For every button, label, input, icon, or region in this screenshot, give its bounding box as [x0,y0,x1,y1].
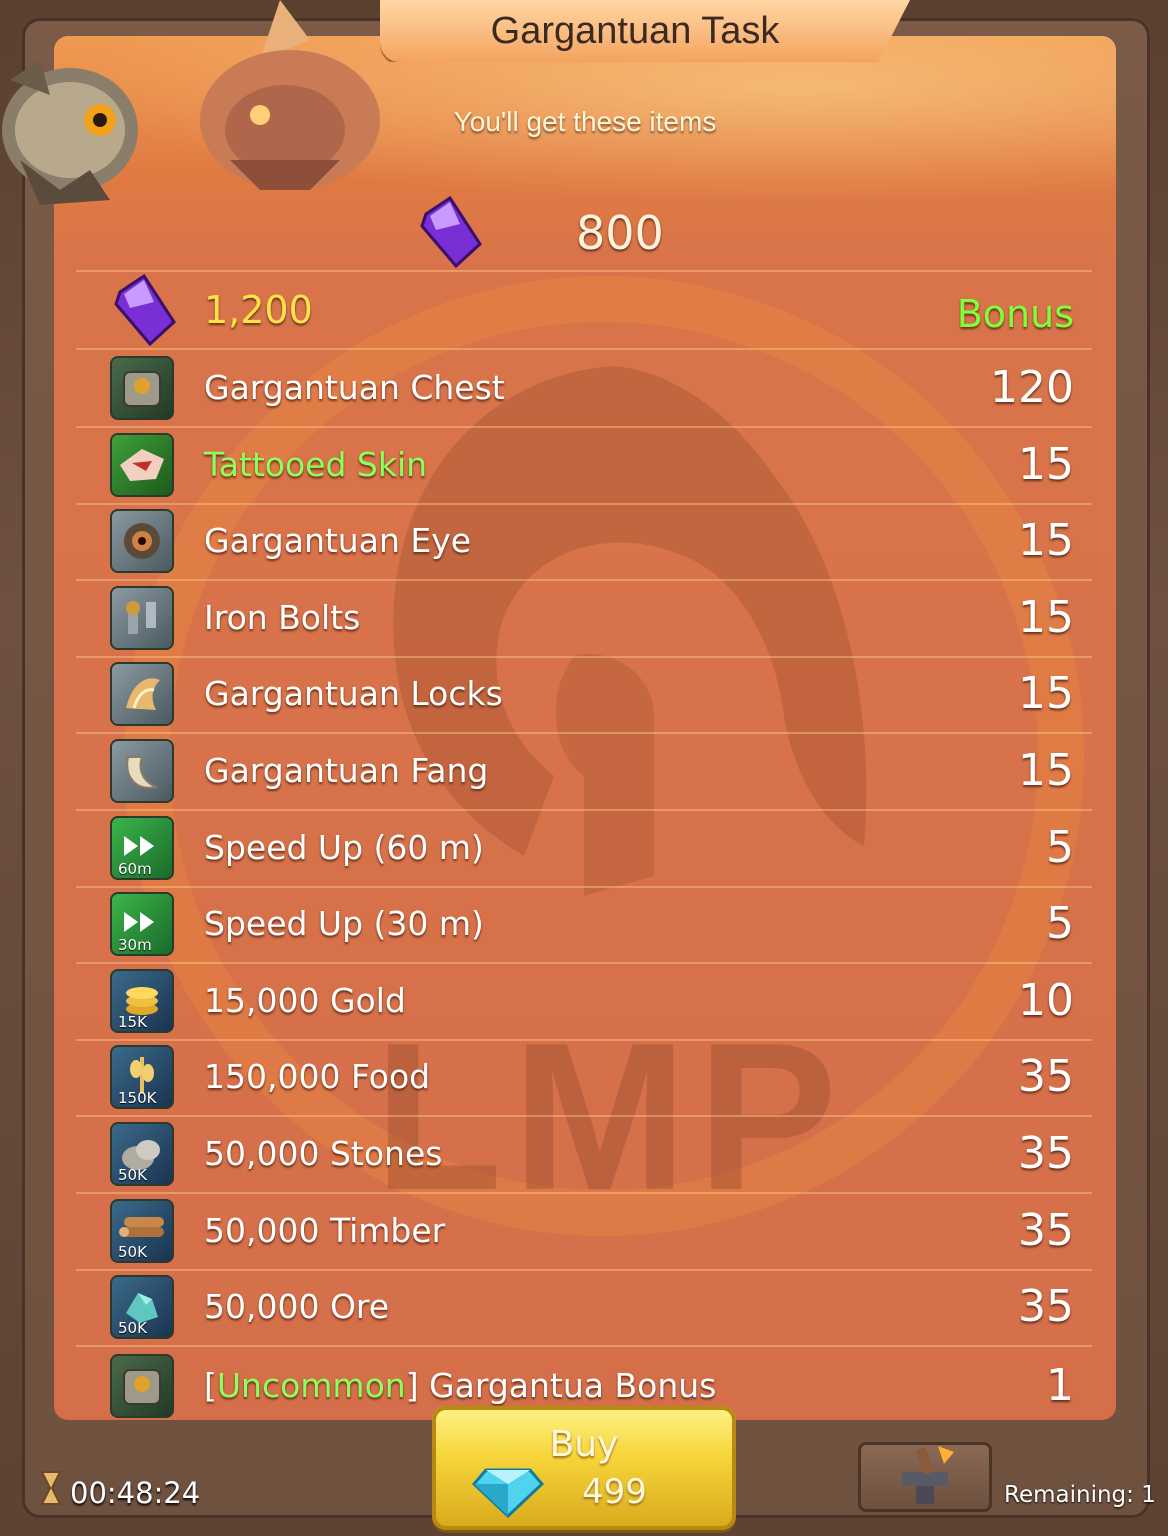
ore-icon: 50K [110,1275,174,1340]
item-label: 50,000 Stones [204,1134,443,1173]
icon-tag: 60m [118,859,152,878]
bracket-open: [ [204,1366,217,1405]
item-label: Gargantuan Eye [204,521,472,561]
item-row: 150K 150,000 Food 35 [76,1039,1092,1118]
item-label: Iron Bolts [204,597,361,637]
monster-head-icon [2,60,138,205]
item-qty: 15 [1018,438,1074,490]
buy-button[interactable]: Buy 499 [432,1406,736,1530]
item-label: 50,000 Timber [204,1210,446,1250]
forge-button[interactable] [858,1442,992,1512]
item-label: Tattooed Skin [204,444,428,484]
item-row: 50K 50,000 Timber 35 [76,1193,1092,1271]
item-qty: 15 [1018,745,1074,796]
diamond-icon [472,1468,544,1518]
item-row: 15K 15,000 Gold 10 [76,963,1092,1041]
gem-offer-amount: 800 [576,206,664,260]
icon-tag: 50K [118,1319,147,1338]
tattooed-skin-icon [110,432,174,497]
bonus-row: 1,200 Bonus [76,272,1092,350]
subtitle: You'll get these items [453,106,717,137]
item-qty: 15 [1018,668,1074,720]
icon-tag: 15K [118,1012,147,1031]
bracket-close: ] [405,1366,419,1405]
icon-tag: 150K [118,1089,157,1108]
item-label: 150,000 Food [204,1057,431,1097]
icon-tag: 50K [118,1242,147,1261]
item-label: 15,000 Gold [204,980,406,1020]
item-row: Iron Bolts 15 [76,580,1092,658]
item-qty: 15 [1018,515,1074,567]
item-row: 50K 50,000 Ore 35 [76,1269,1092,1348]
item-qty: 5 [1046,898,1074,950]
gargantuan-fang-icon [110,739,174,803]
gargantuan-eye-icon [110,509,174,574]
bonus-item-label: [Uncommon] Gargantua Bonus [204,1366,716,1405]
item-row: 50K 50,000 Stones 35 [76,1116,1092,1194]
bonus-item-name: Gargantua Bonus [418,1366,717,1405]
buy-price: 499 [582,1472,647,1512]
item-row: Tattooed Skin 15 [76,427,1092,505]
buy-label: Buy [549,1424,619,1465]
item-label: Gargantuan Locks [204,674,503,714]
speed-up-icon: 60m [110,815,174,880]
item-qty: 15 [1018,591,1074,643]
item-row: Gargantuan Fang 15 [76,733,1092,811]
item-qty: 35 [1018,1051,1074,1103]
remaining-count: Remaining: 1 [1004,1482,1156,1508]
icon-tag: 30m [118,936,152,955]
gargantuan-locks-icon [110,662,174,727]
bonus-amount: 1,200 [204,288,313,332]
timer-text: 00:48:24 [70,1476,201,1510]
rarity-label: Uncommon [216,1366,406,1405]
item-qty: 120 [990,362,1074,413]
timber-icon: 50K [110,1198,174,1263]
page-title: Gargantuan Task [490,10,780,52]
item-label: Speed Up (30 m) [204,904,484,944]
beast-head-icon [200,0,380,190]
purple-gem-icon [420,196,482,268]
hourglass-icon [40,1471,62,1505]
speed-up-icon: 30m [110,892,174,957]
item-row: 60m Speed Up (60 m) 5 [76,810,1092,888]
item-qty: 10 [1018,974,1074,1026]
item-label: 50,000 Ore [204,1287,390,1327]
bonus-tag: Bonus [956,292,1074,336]
bonus-item-qty: 1 [1046,1360,1074,1411]
icon-tag: 50K [118,1166,147,1184]
item-row: Gargantuan Eye 15 [76,503,1092,582]
item-row: 30m Speed Up (30 m) 5 [76,886,1092,965]
gargantuan-chest-icon [110,356,174,420]
item-qty: 5 [1046,821,1074,873]
iron-bolts-icon [110,585,174,650]
item-label: Gargantuan Chest [204,368,505,407]
window-frame: LMP Gargantuan Task You'll get these ite… [0,0,1168,1536]
item-row: Gargantuan Locks 15 [76,656,1092,735]
purple-gem-icon [114,274,176,346]
item-qty: 35 [1018,1281,1074,1333]
anvil-icon [902,1446,954,1504]
gold-icon: 15K [110,968,174,1033]
item-label: Gargantuan Fang [204,751,489,790]
item-row: Gargantuan Chest 120 [76,350,1092,428]
timer: 00:48:24 [36,1471,201,1510]
item-qty: 35 [1018,1204,1074,1256]
food-icon: 150K [110,1045,174,1110]
item-qty: 35 [1018,1128,1074,1179]
stones-icon: 50K [110,1122,174,1186]
gargantuan-chest-icon [110,1354,174,1418]
item-label: Speed Up (60 m) [204,827,484,867]
